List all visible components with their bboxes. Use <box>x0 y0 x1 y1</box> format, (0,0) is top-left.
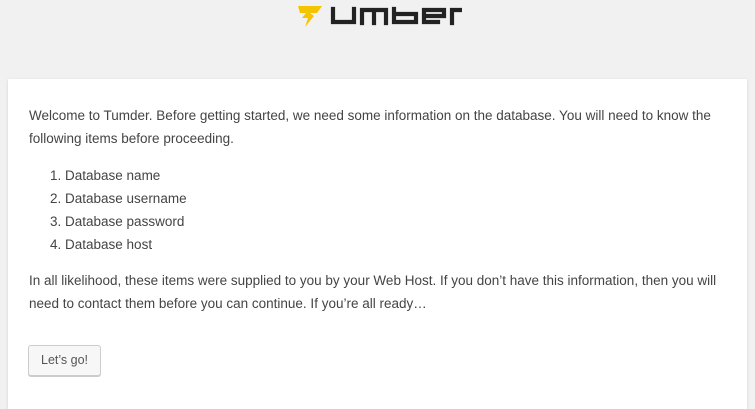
logo-wordmark <box>330 6 462 26</box>
list-item: 4. Database host <box>50 237 153 252</box>
lightning-bolt-icon <box>298 6 322 27</box>
outro-text: In all likelihood, these items were supp… <box>29 273 717 311</box>
list-item: 2. Database username <box>50 191 187 206</box>
requirements-list: 1. Database name 2. Database username 3.… <box>29 164 726 256</box>
site-logo <box>296 3 462 29</box>
list-item: 1. Database name <box>50 168 161 183</box>
setup-page: Welcome to Tumder. Before getting starte… <box>0 0 755 409</box>
intro-text: Welcome to Tumder. Before getting starte… <box>29 108 711 146</box>
setup-card: Welcome to Tumder. Before getting starte… <box>8 79 747 409</box>
list-item: 3. Database password <box>50 214 185 229</box>
lets-go-button[interactable]: Let’s go! <box>28 345 102 376</box>
